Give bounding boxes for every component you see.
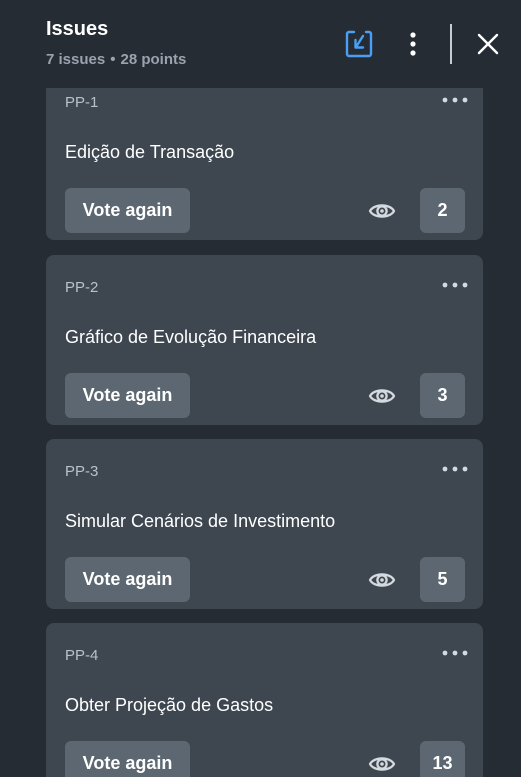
issue-card[interactable]: PP-2 Gráfico de Evolução Financeira Vote… — [46, 255, 483, 425]
issue-card[interactable]: PP-3 Simular Cenários de Investimento Vo… — [46, 439, 483, 609]
issue-key: PP-3 — [65, 463, 99, 480]
eye-icon[interactable] — [368, 753, 396, 775]
vote-again-button[interactable]: Vote again — [65, 741, 190, 777]
more-options-button[interactable] — [400, 28, 426, 60]
issue-title: Simular Cenários de Investimento — [65, 511, 336, 531]
issue-key: PP-2 — [65, 279, 99, 296]
story-points-badge: 13 — [420, 741, 465, 777]
more-horizontal-icon — [442, 466, 468, 472]
issue-card[interactable]: PP-1 Edição de Transação Vote again 2 — [46, 88, 483, 240]
issue-title: Edição de Transação — [65, 142, 235, 162]
issue-key: PP-4 — [65, 647, 99, 664]
issue-count: 7 issues — [46, 51, 106, 68]
issue-title: Obter Projeção de Gastos — [65, 695, 274, 715]
story-points-badge: 2 — [420, 188, 465, 233]
points-total: 28 points — [120, 51, 187, 68]
story-points-badge: 3 — [420, 373, 465, 418]
import-icon — [345, 30, 373, 58]
close-button[interactable] — [470, 26, 506, 62]
more-horizontal-icon — [442, 97, 468, 103]
eye-icon[interactable] — [368, 385, 396, 407]
panel-header: Issues 7 issues • 28 points — [0, 0, 521, 88]
issue-card[interactable]: PP-4 Obter Projeção de Gastos Vote again… — [46, 623, 483, 777]
issue-title: Gráfico de Evolução Financeira — [65, 327, 317, 347]
close-icon — [477, 33, 499, 55]
story-points-badge: 5 — [420, 557, 465, 602]
summary-separator: • — [110, 51, 116, 68]
issue-menu-button[interactable] — [441, 461, 469, 477]
header-divider — [450, 24, 452, 64]
eye-icon[interactable] — [368, 569, 396, 591]
vote-again-button[interactable]: Vote again — [65, 557, 190, 602]
issues-summary: 7 issues • 28 points — [46, 51, 186, 68]
issue-menu-button[interactable] — [441, 92, 469, 108]
kebab-icon — [410, 32, 416, 56]
issue-key: PP-1 — [65, 94, 99, 111]
issues-list[interactable]: PP-1 Edição de Transação Vote again 2 PP… — [0, 88, 521, 777]
eye-icon[interactable] — [368, 200, 396, 222]
more-horizontal-icon — [442, 650, 468, 656]
issue-menu-button[interactable] — [441, 645, 469, 661]
issue-menu-button[interactable] — [441, 277, 469, 293]
panel-title: Issues — [46, 18, 109, 40]
vote-again-button[interactable]: Vote again — [65, 188, 190, 233]
import-issues-button[interactable] — [340, 26, 378, 62]
vote-again-button[interactable]: Vote again — [65, 373, 190, 418]
more-horizontal-icon — [442, 282, 468, 288]
